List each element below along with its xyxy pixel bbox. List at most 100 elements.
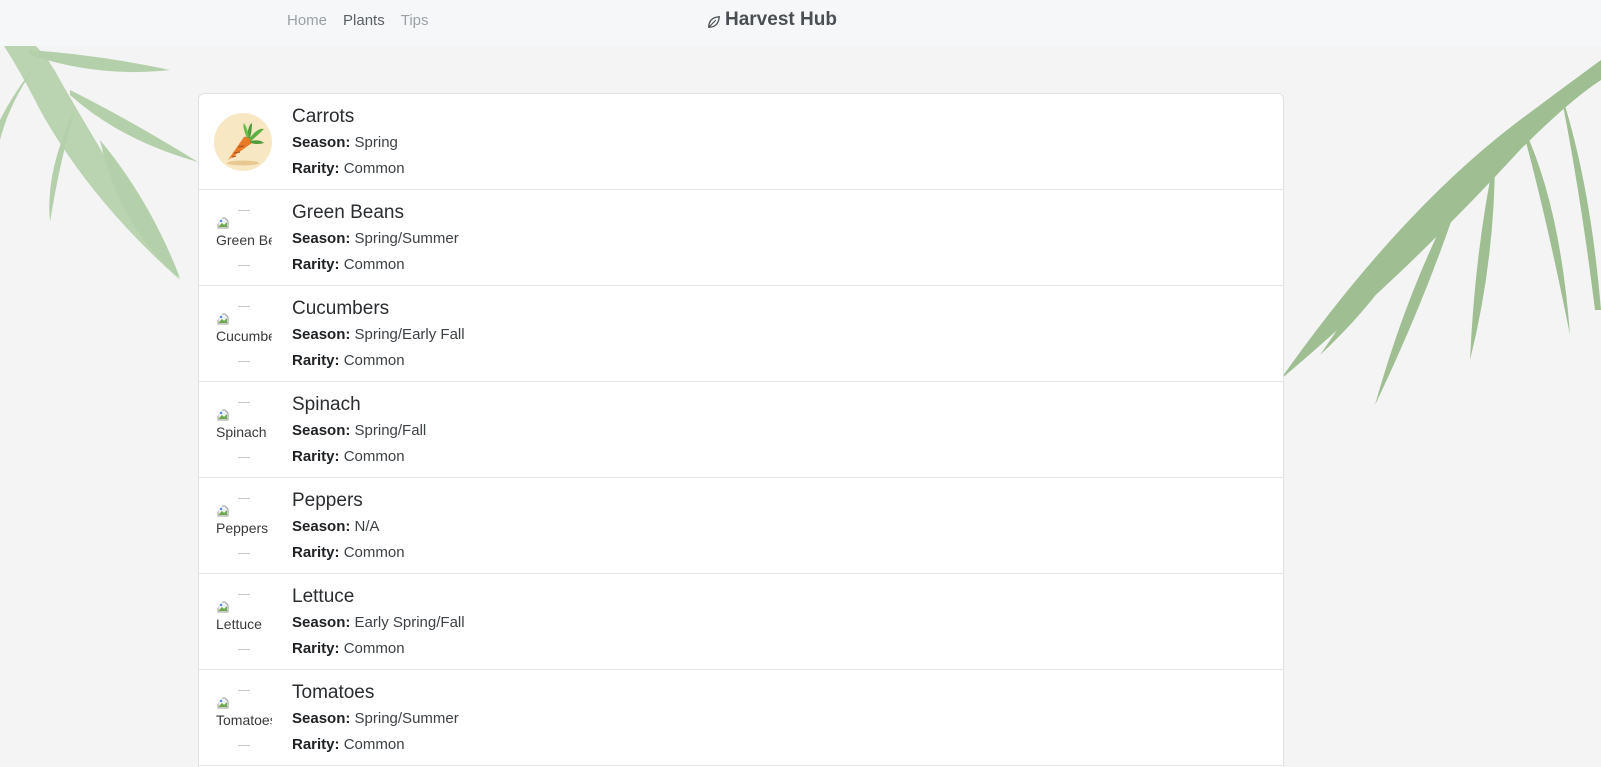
rarity-value: Common: [343, 160, 405, 177]
season-label: Season:: [292, 710, 351, 727]
plant-row[interactable]: Lettuce Lettuce Season: Early Spring/Fal…: [199, 574, 1283, 670]
rarity-field: Rarity: Common: [292, 444, 426, 470]
rarity-field: Rarity: Common: [292, 636, 465, 662]
rarity-field: Rarity: Common: [292, 540, 405, 566]
season-field: Season: N/A: [292, 514, 405, 540]
plant-info: Spinach Season: Spring/Fall Rarity: Comm…: [292, 392, 426, 470]
plant-info: Peppers Season: N/A Rarity: Common: [292, 488, 405, 566]
rarity-label: Rarity:: [292, 736, 340, 753]
rarity-label: Rarity:: [292, 544, 340, 561]
broken-image-icon: [217, 409, 229, 421]
season-label: Season:: [292, 230, 351, 247]
season-field: Season: Early Spring/Fall: [292, 610, 465, 636]
rarity-field: Rarity: Common: [292, 156, 405, 182]
image-border: [238, 594, 250, 595]
image-border: [238, 649, 250, 650]
plant-info: Cucumbers Season: Spring/Early Fall Rari…: [292, 296, 465, 374]
season-label: Season:: [292, 614, 351, 631]
image-border: [238, 306, 250, 307]
brand-title: Harvest Hub: [725, 9, 837, 30]
image-alt-text: Tomatoes: [216, 712, 272, 728]
nav-links: Home Plants Tips: [287, 12, 429, 29]
rarity-value: Common: [343, 352, 405, 369]
broken-image-icon: [217, 697, 229, 709]
plant-image: Peppers: [214, 497, 272, 555]
broken-image-icon: [217, 601, 229, 613]
season-label: Season:: [292, 518, 351, 535]
plant-list: Carrots Season: Spring Rarity: Common Gr…: [198, 93, 1284, 767]
plant-row[interactable]: Carrots Season: Spring Rarity: Common: [199, 94, 1283, 190]
image-alt-text: Lettuce: [216, 616, 262, 632]
page: Home Plants Tips Harvest Hub Carrots Sea…: [0, 0, 1601, 767]
plant-name: Carrots: [292, 106, 355, 127]
season-value: Spring/Early Fall: [354, 326, 465, 343]
brand[interactable]: Harvest Hub: [707, 9, 837, 31]
image-border: [238, 210, 250, 211]
plant-row[interactable]: Cucumbers Cucumbers Season: Spring/Early…: [199, 286, 1283, 382]
plant-info: Lettuce Season: Early Spring/Fall Rarity…: [292, 584, 465, 662]
rarity-field: Rarity: Common: [292, 348, 465, 374]
rarity-field: Rarity: Common: [292, 252, 459, 278]
plant-image: Spinach: [214, 401, 272, 459]
plant-image: Tomatoes: [214, 689, 272, 747]
nav-link-home[interactable]: Home: [287, 12, 327, 29]
image-alt-text: Green Beans: [216, 232, 272, 248]
nav-link-plants[interactable]: Plants: [343, 12, 385, 29]
image-alt-text: Cucumbers: [216, 328, 272, 344]
rarity-value: Common: [343, 736, 405, 753]
plant-row[interactable]: Tomatoes Tomatoes Season: Spring/Summer …: [199, 670, 1283, 766]
plant-row[interactable]: Green Beans Green Beans Season: Spring/S…: [199, 190, 1283, 286]
season-value: Early Spring/Fall: [354, 614, 465, 631]
season-label: Season:: [292, 422, 351, 439]
season-field: Season: Spring/Summer: [292, 706, 459, 732]
rarity-value: Common: [343, 640, 405, 657]
plant-image: Lettuce: [214, 593, 272, 651]
nav-link-tips[interactable]: Tips: [401, 12, 429, 29]
season-field: Season: Spring/Fall: [292, 418, 426, 444]
plant-name: Green Beans: [292, 202, 404, 223]
carrot-icon: [227, 123, 264, 166]
top-navbar: Home Plants Tips Harvest Hub: [0, 0, 1601, 46]
plant-row[interactable]: Peppers Peppers Season: N/A Rarity: Comm…: [199, 478, 1283, 574]
plant-row[interactable]: Spinach Spinach Season: Spring/Fall Rari…: [199, 382, 1283, 478]
image-border: [238, 457, 250, 458]
image-border: [238, 745, 250, 746]
season-label: Season:: [292, 326, 351, 343]
season-label: Season:: [292, 134, 351, 151]
season-value: N/A: [354, 518, 380, 535]
image-alt-text: Peppers: [216, 520, 269, 536]
image-border: [238, 402, 250, 403]
plant-name: Spinach: [292, 394, 361, 415]
broken-image-icon: [217, 313, 229, 325]
broken-image-icon: [217, 217, 229, 229]
plant-name: Peppers: [292, 490, 363, 511]
image-border: [238, 690, 250, 691]
season-field: Season: Spring: [292, 130, 405, 156]
image-border: [238, 498, 250, 499]
season-field: Season: Spring/Early Fall: [292, 322, 465, 348]
image-border: [238, 265, 250, 266]
rarity-value: Common: [343, 448, 405, 465]
plant-image: [214, 113, 272, 171]
rarity-label: Rarity:: [292, 448, 340, 465]
image-border: [238, 361, 250, 362]
rarity-value: Common: [343, 544, 405, 561]
season-value: Spring/Summer: [354, 710, 459, 727]
rarity-label: Rarity:: [292, 352, 340, 369]
plant-image: Green Beans: [214, 209, 272, 267]
plant-info: Green Beans Season: Spring/Summer Rarity…: [292, 200, 459, 278]
rarity-label: Rarity:: [292, 640, 340, 657]
plant-info: Carrots Season: Spring Rarity: Common: [292, 104, 405, 182]
rarity-value: Common: [343, 256, 405, 273]
plant-image: Cucumbers: [214, 305, 272, 363]
season-value: Spring/Fall: [354, 422, 427, 439]
season-field: Season: Spring/Summer: [292, 226, 459, 252]
leaf-decoration-right: [1280, 60, 1601, 405]
plant-name: Tomatoes: [292, 682, 375, 703]
image-alt-text: Spinach: [216, 424, 267, 440]
plant-info: Tomatoes Season: Spring/Summer Rarity: C…: [292, 680, 459, 758]
season-value: Spring/Summer: [354, 230, 459, 247]
image-border: [238, 553, 250, 554]
broken-image-icon: [217, 505, 229, 517]
leaf-icon: [708, 15, 720, 28]
